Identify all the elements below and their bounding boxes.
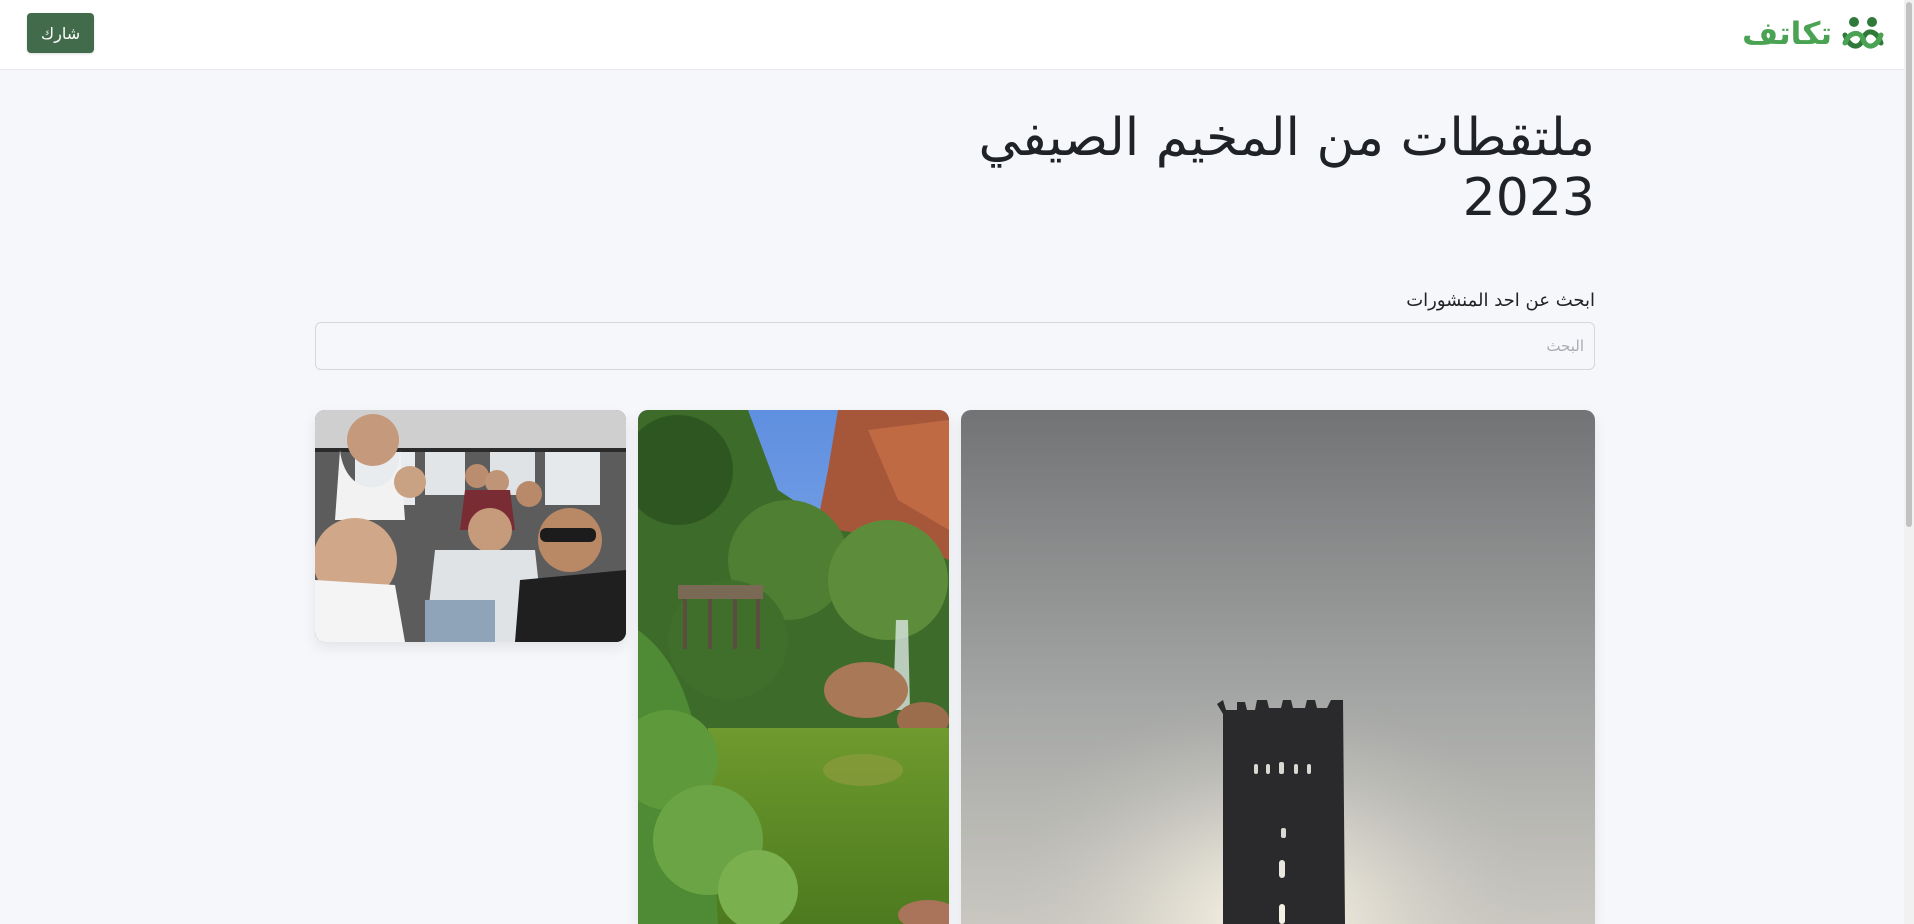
search-input[interactable] — [315, 322, 1595, 370]
search-label: ابحث عن احد المنشورات — [1406, 290, 1595, 311]
waterfall-photo-image — [638, 410, 949, 924]
people-hug-logo-icon — [1842, 17, 1884, 49]
page-scrollbar[interactable] — [1904, 0, 1914, 924]
scrollbar-thumb[interactable] — [1906, 2, 1912, 527]
gallery-photo-waterfall[interactable] — [638, 410, 949, 924]
gallery-photo-group-selfie[interactable] — [315, 410, 626, 642]
top-navbar: تكاتف شارك — [0, 0, 1914, 70]
group-selfie-photo-image — [315, 410, 626, 642]
brand-logo[interactable]: تكاتف — [1742, 14, 1884, 54]
tower-photo-image — [961, 410, 1595, 924]
page-title-line1: ملتقطات من المخيم الصيفي — [978, 108, 1595, 168]
brand-name: تكاتف — [1742, 16, 1832, 52]
page-title: ملتقطات من المخيم الصيفي 2023 — [895, 108, 1595, 228]
share-button[interactable]: شارك — [27, 13, 94, 53]
page-title-year: 2023 — [1462, 168, 1595, 228]
gallery-photo-tower[interactable] — [961, 410, 1595, 924]
